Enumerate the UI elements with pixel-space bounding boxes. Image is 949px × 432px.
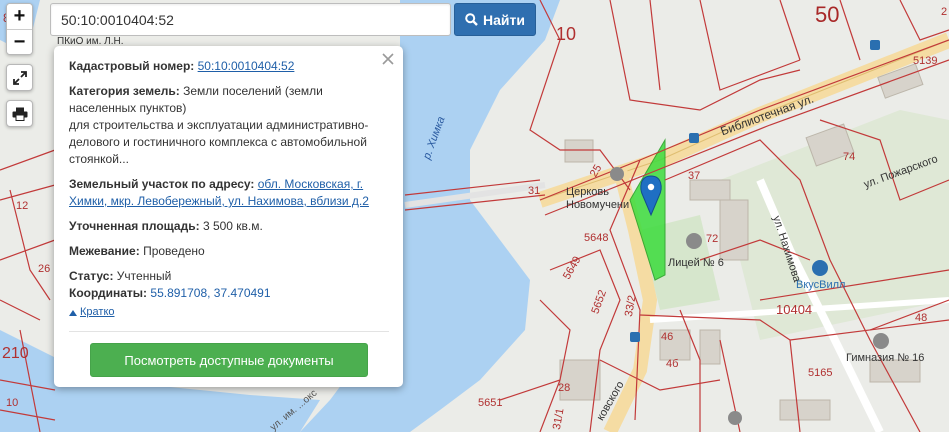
coordinates-value[interactable]: 55.891708, 37.470491 — [150, 286, 270, 300]
cadastral-number-row: Кадастровый номер: 50:10:0010404:52 — [69, 58, 389, 75]
cadastral-number-label: Кадастровый номер: — [69, 59, 195, 73]
coordinates-row: Координаты: 55.891708, 37.470491 — [69, 285, 389, 302]
land-category-row: Категория земель: Земли поселений (земли… — [69, 83, 389, 168]
survey-label: Межевание: — [69, 244, 140, 258]
status-value: Учтенный — [116, 269, 172, 283]
popup-divider — [69, 331, 389, 332]
survey-value: Проведено — [143, 244, 205, 258]
print-button[interactable] — [6, 100, 33, 127]
collapse-details-link[interactable]: Кратко — [69, 304, 115, 321]
zoom-control: + − — [6, 3, 33, 55]
printer-icon — [12, 107, 27, 121]
coordinates-label: Координаты: — [69, 286, 148, 300]
expand-icon — [12, 70, 27, 85]
parcel-info-popup: Кадастровый номер: 50:10:0010404:52 Кате… — [54, 46, 403, 387]
land-purpose-value: для строительства и эксплуатации админис… — [69, 118, 369, 166]
status-label: Статус: — [69, 269, 114, 283]
survey-row: Межевание: Проведено — [69, 243, 389, 260]
land-category-label: Категория земель: — [69, 84, 180, 98]
cadastral-number-link[interactable]: 50:10:0010404:52 — [198, 59, 295, 73]
zoom-in-button[interactable]: + — [7, 4, 32, 29]
close-icon[interactable] — [380, 51, 396, 67]
search-button-label: Найти — [483, 11, 525, 28]
area-value: 3 500 кв.м. — [202, 219, 263, 233]
address-label: Земельный участок по адресу: — [69, 177, 255, 191]
zoom-out-button[interactable]: − — [7, 29, 32, 54]
collapse-details-label: Кратко — [80, 306, 115, 318]
cadastral-search-input[interactable] — [50, 3, 451, 36]
fullscreen-button[interactable] — [6, 64, 33, 91]
caret-up-icon — [69, 309, 77, 316]
area-row: Уточненная площадь: 3 500 кв.м. — [69, 218, 389, 235]
search-button[interactable]: Найти — [454, 3, 536, 36]
search-icon — [465, 13, 478, 26]
area-label: Уточненная площадь: — [69, 219, 200, 233]
view-documents-button[interactable]: Посмотреть доступные документы — [90, 343, 368, 377]
status-row: Статус: Учтенный — [69, 268, 389, 285]
address-row: Земельный участок по адресу: обл. Москов… — [69, 176, 389, 210]
